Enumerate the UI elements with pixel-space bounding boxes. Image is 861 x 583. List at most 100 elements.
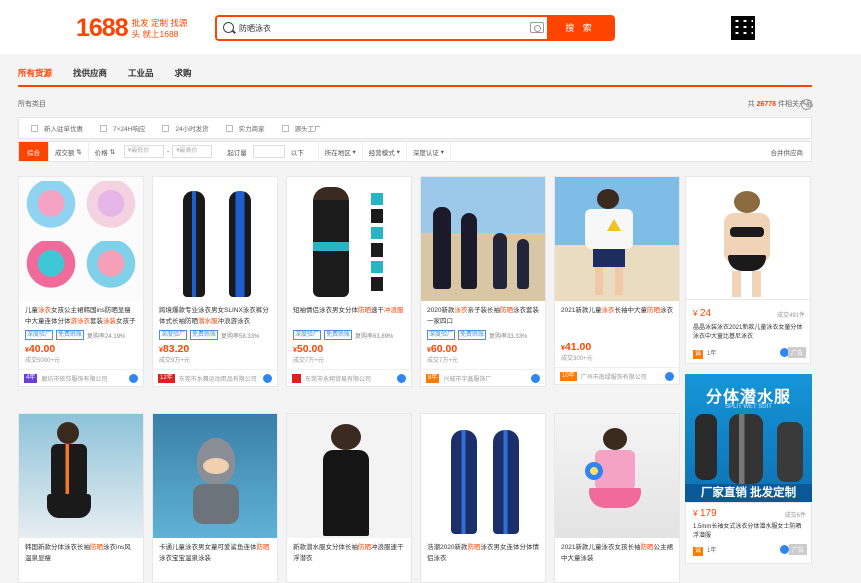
product-title[interactable]: 2021新款儿童泳衣女孩长袖防晒公主裙中大童泳装 — [555, 538, 679, 565]
seller-row[interactable]: 10年 广州市南绿服饰有限公司 — [555, 367, 679, 384]
tag-credit: 免费赊账 — [56, 330, 85, 340]
seller-name[interactable]: 广州市南绿服饰有限公司 — [581, 372, 647, 381]
years-badge: 4年 — [24, 373, 38, 383]
product-image[interactable] — [555, 414, 679, 538]
product-image[interactable] — [153, 414, 277, 538]
ad-price: ¥ 24 — [693, 308, 712, 319]
logo-slogan: 批发 定制 找源头 就上1688 — [131, 17, 188, 39]
filter-24h-shipping[interactable]: 24小时发货 — [162, 123, 209, 133]
product-card[interactable]: 2021新款儿童泳衣长袖中大童防晒泳衣 ¥41.00 成交300+元 10年 广州… — [554, 176, 680, 385]
product-card[interactable]: 跨境爆款专业泳衣男女SLINX泳衣裤分体式长袖防晒潜水服冲浪游泳衣 深度验厂 免费… — [152, 176, 278, 387]
sold-count: 成交5000+元 — [25, 358, 60, 364]
product-image[interactable] — [555, 177, 679, 301]
ad-product-image[interactable] — [685, 176, 811, 300]
seller-row[interactable]: 8年 兴城市宇鑫服饰厂 — [421, 369, 545, 386]
search-button[interactable]: 搜 索 — [547, 17, 613, 39]
dropdown-business-mode[interactable]: 经营模式 ▾ — [363, 142, 407, 161]
site-logo[interactable]: 1688 批发 定制 找源头 就上1688 — [76, 14, 194, 43]
filter-new-discount[interactable]: 新入驻单优惠 — [31, 123, 83, 133]
product-image[interactable] — [19, 414, 143, 538]
filter-source-factory[interactable]: 源头工厂 — [281, 123, 321, 133]
sold-count: 成交300+元 — [561, 356, 593, 362]
tag-credit: 免费赊账 — [458, 330, 487, 340]
product-title[interactable]: 2021新款儿童泳衣长袖中大童防晒泳衣 — [555, 301, 679, 328]
min-order-input[interactable] — [252, 145, 285, 158]
seller-row[interactable]: 12年 东莞市水舞运动用品有限公司 — [153, 369, 277, 386]
tag-factory: 深度验厂 — [427, 330, 456, 340]
tab-purchase[interactable]: 求购 — [175, 66, 192, 85]
filter-bar: 新入驻单优惠 7×24H响应 24小时发货 实力商家 源头工厂 — [18, 117, 812, 139]
ad-price: ¥ 179 — [693, 508, 717, 519]
dropdown-region[interactable]: 所在地区 ▾ — [317, 142, 363, 161]
seller-row[interactable]: 4年 廊坊市依莎服饰有限公司 — [19, 369, 143, 386]
ad-label: 广告 — [788, 544, 807, 555]
wangwang-chat-icon[interactable] — [263, 373, 272, 383]
tag-credit: 免费赊账 — [190, 330, 219, 340]
logo-text: 1688 — [76, 14, 129, 42]
product-card[interactable]: 2021新款儿童泳衣女孩长袖防晒公主裙中大童泳装 — [554, 413, 680, 583]
seller-name[interactable]: 兴城市宇鑫服饰厂 — [443, 374, 491, 383]
wangwang-chat-icon[interactable] — [129, 373, 138, 383]
product-card[interactable]: 儿童泳衣女孩公主裙韩国ins防晒显瘦中大童连体分体游泳衣套装泳装女孩子 深度验厂… — [18, 176, 144, 387]
product-title[interactable]: 2020新款泳衣亲子装长袖防晒泳衣套装一家四口 — [421, 301, 545, 328]
price-low-input[interactable]: ¥最低价 — [124, 145, 165, 158]
tag-factory: 深度验厂 — [25, 330, 54, 340]
seller-name[interactable]: 东莞市水舞运动用品有限公司 — [179, 374, 257, 383]
product-card[interactable]: 短袖情侣泳衣男女分体防晒速干冲浪服 深度验厂 免费赊账 复购率63.89% ¥50.… — [286, 176, 412, 387]
wangwang-chat-icon[interactable] — [780, 545, 789, 554]
product-image[interactable] — [421, 414, 545, 538]
product-card[interactable]: 卡通儿童泳衣男女童可爱鲨鱼连体防晒泳衣宝宝温泉泳装 — [152, 413, 278, 583]
ad-product-info[interactable]: ¥ 24 成交491件 晶晶泳装泳衣2021新款儿童泳衣女童分体泳衣中大童比基尼… — [685, 300, 811, 364]
seller-row[interactable]: 东莞市永翔贸易有限公司 — [287, 369, 411, 386]
sort-price[interactable]: 价格 ⇅ — [89, 142, 121, 161]
tab-all-sources[interactable]: 所有货源 — [18, 66, 52, 85]
seller-name[interactable]: 廊坊市依莎服饰有限公司 — [41, 374, 107, 383]
filter-strong-seller[interactable]: 实力商家 — [225, 123, 265, 133]
product-title[interactable]: 卡通儿童泳衣男女童可爱鲨鱼连体防晒泳衣宝宝温泉泳装 — [153, 538, 277, 565]
sort-sales[interactable]: 成交额 ⇅ — [49, 142, 89, 161]
filter-24h-response[interactable]: 7×24H响应 — [100, 123, 145, 133]
product-image[interactable] — [19, 177, 143, 301]
breadcrumb[interactable]: 所有类目 — [18, 99, 46, 109]
ad-title[interactable]: 1.5mm长袖女式泳衣分体潜水服女士防晒浮潜服 — [693, 523, 803, 541]
min-order-label: 起订量 — [227, 149, 247, 157]
wangwang-chat-icon[interactable] — [397, 373, 406, 383]
product-card[interactable]: 韩国新款分体泳衣长袖防晒泳衣ins风温泉显瘦 — [18, 413, 144, 583]
camera-icon[interactable] — [530, 22, 544, 33]
repurchase-rate: 复购率58.33% — [221, 333, 260, 340]
ad-product-info[interactable]: ¥ 179 成交6件 1.5mm长袖女式泳衣分体潜水服女士防晒浮潜服 诚 1年 广… — [685, 502, 812, 564]
product-image[interactable] — [287, 177, 411, 301]
ad-banner[interactable]: 分体潜水服 SPLIT WET SUIT 厂家直销 批发定制 — [685, 374, 812, 502]
dropdown-certification[interactable]: 深度认证 ▾ — [407, 142, 451, 161]
product-title[interactable]: 浩潮2020新款防晒泳衣男女连体分体情侣泳衣 — [421, 538, 545, 565]
product-card[interactable]: 浩潮2020新款防晒泳衣男女连体分体情侣泳衣 — [420, 413, 546, 583]
product-image[interactable] — [153, 177, 277, 301]
product-title[interactable]: 跨境爆款专业泳衣男女SLINX泳衣裤分体式长袖防晒潜水服冲浪游泳衣 — [153, 301, 277, 328]
product-card[interactable]: 2020新款泳衣亲子装长袖防晒泳衣套装一家四口 深度验厂 免费赊账 复购率33.33… — [420, 176, 546, 387]
product-title[interactable]: 短袖情侣泳衣男女分体防晒速干冲浪服 — [287, 301, 411, 328]
wangwang-chat-icon[interactable] — [531, 373, 540, 383]
tab-industrial[interactable]: 工业品 — [128, 66, 154, 85]
years-badge: 10年 — [560, 371, 577, 381]
product-price: ¥60.00 — [427, 343, 458, 355]
tab-suppliers[interactable]: 找供应商 — [73, 66, 107, 85]
ad-title[interactable]: 晶晶泳装泳衣2021新款儿童泳衣女童分体泳衣中大童比基尼泳衣 — [693, 324, 803, 342]
merge-suppliers[interactable]: 合并供应商 — [771, 147, 812, 157]
search-box: 搜 索 — [215, 15, 615, 41]
product-price: ¥50.00 — [293, 343, 324, 355]
wangwang-chat-icon[interactable] — [665, 371, 674, 381]
collapse-icon[interactable]: − — [801, 99, 812, 110]
price-high-input[interactable]: ¥最高价 — [172, 145, 213, 158]
product-title[interactable]: 新款潜水服女分体长袖防晒冲浪服速干浮潜衣 — [287, 538, 411, 565]
product-card[interactable]: 新款潜水服女分体长袖防晒冲浪服速干浮潜衣 — [286, 413, 412, 583]
ad-banner-bottom: 厂家直销 批发定制 — [685, 484, 812, 502]
top-header: 1688 批发 定制 找源头 就上1688 搜 索 — [0, 0, 861, 54]
search-input[interactable] — [239, 17, 539, 39]
product-title[interactable]: 儿童泳衣女孩公主裙韩国ins防晒显瘦中大童连体分体游泳衣套装泳装女孩子 — [19, 301, 143, 328]
repurchase-rate: 复购率33.33% — [489, 333, 528, 340]
sort-default[interactable]: 综合 — [19, 142, 49, 161]
product-image[interactable] — [421, 177, 545, 301]
product-image[interactable] — [287, 414, 411, 538]
product-title[interactable]: 韩国新款分体泳衣长袖防晒泳衣ins风温泉显瘦 — [19, 538, 143, 565]
seller-name[interactable]: 东莞市永翔贸易有限公司 — [305, 374, 371, 383]
